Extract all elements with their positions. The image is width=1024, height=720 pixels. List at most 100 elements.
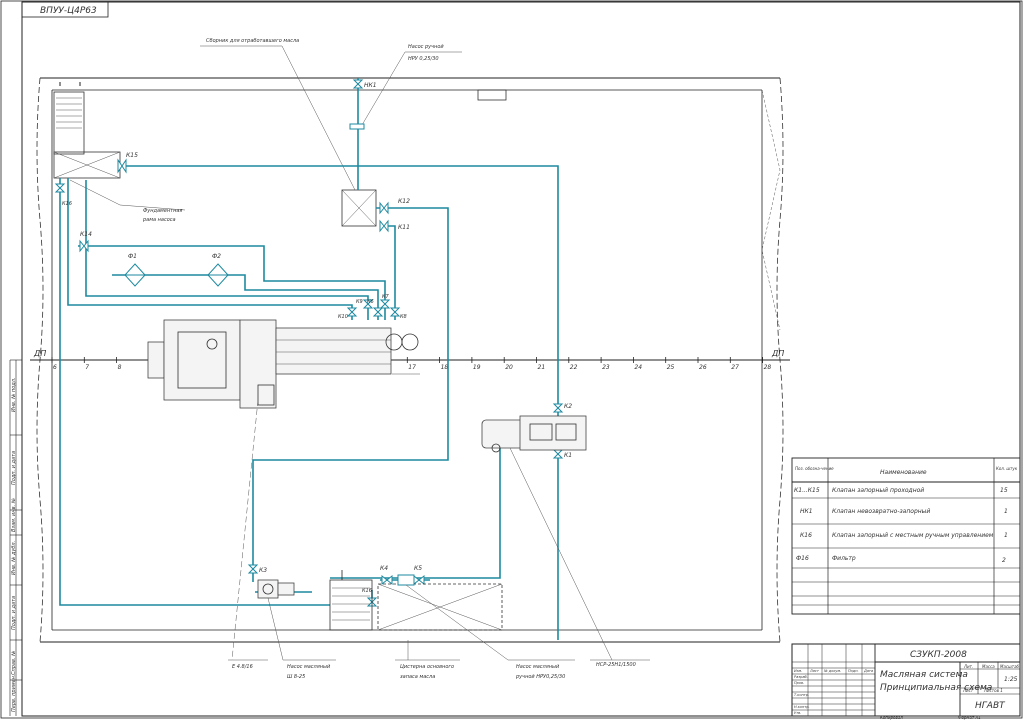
hand-pump-bottom-callout-1: Насос масляный [516, 664, 560, 670]
title-sheet: Лист [962, 688, 974, 693]
title-col-mass: Масса [982, 664, 995, 669]
filter-f1-label: Ф1 [128, 253, 137, 260]
oil-storage-tank [377, 583, 503, 631]
oil-collector-box [341, 189, 377, 227]
frame-number-label: 27 [731, 364, 739, 371]
valve-k16: К16 [54, 183, 72, 207]
valve-k11-label: К11 [398, 224, 410, 231]
hand-pump-top-callout-2: НРУ 0,25/30 [408, 56, 439, 62]
separator-unit [481, 415, 587, 453]
valve-k15-label: К15 [126, 152, 138, 159]
valve-k4-label: К4 [380, 565, 388, 572]
valve-k10: К10 [338, 307, 358, 320]
tank-callout-1: Цистерна основного [400, 664, 454, 670]
frame-number-label: 26 [699, 364, 707, 371]
title-scale: 1:25 [1004, 676, 1018, 683]
spec-row-2-name: Клапан запорный с местным ручным управле… [832, 532, 994, 539]
title-left-col-3: Подп. [848, 669, 859, 673]
title-line-1: Масляная система [880, 670, 968, 680]
valve-k5: К5 [413, 565, 425, 586]
valve-k7: К7 [379, 294, 391, 309]
valve-k12-label: К12 [398, 198, 410, 205]
oil-pump-callout-2: Ш 8-25 [287, 674, 305, 680]
main-engine [147, 319, 420, 409]
valve-k8-label: К8 [400, 314, 407, 320]
side-stamp-2: Взам. инв. № [11, 498, 17, 532]
frame-number-label: 6 [53, 364, 57, 371]
spec-header-name: Наименование [880, 469, 927, 476]
frame-number-label: 28 [764, 364, 772, 371]
frame-number-label: 7 [85, 364, 89, 371]
spec-row-1-qty: 1 [1004, 508, 1008, 515]
side-stamp-6: Перв. примен. [11, 674, 17, 712]
frame-number-label: 20 [505, 364, 513, 371]
spec-row-0-name: Клапан запорный проходной [832, 487, 924, 494]
hand-pump-bottom [397, 574, 415, 586]
frame-number-label: 19 [473, 364, 481, 371]
valve-k16b-label: К16 [362, 588, 372, 594]
frame-number-label: 8 [118, 364, 122, 371]
valve-k15: К15 [117, 152, 138, 174]
title-line-2: Принципиальная схема [880, 683, 992, 693]
title-left-row-3: Н.контр. [794, 705, 810, 709]
bottom-format: Формат А1 [958, 715, 981, 720]
side-stamp-0: Инв. № подл. [11, 378, 17, 413]
valve-nk1-label: НК1 [364, 82, 377, 89]
valve-k16-bottom: К16 [362, 588, 378, 607]
spec-row-1-name: Клапан невозвратно-запорный [832, 508, 930, 515]
title-left-row-2: Т.контр. [794, 693, 809, 697]
title-left-row-1: Пров. [794, 681, 804, 685]
title-sheets: Листов 1 [983, 688, 1003, 693]
valve-k2-label: К2 [564, 403, 572, 410]
left-side-stamps: Инв. № подл. Подп. и дата Взам. инв. № И… [9, 359, 22, 716]
drain-tank-top [53, 91, 121, 179]
frame-number-label: 22 [570, 364, 578, 371]
specification-table: Поз. обозна-чение Наименование Кол. штук… [791, 457, 1021, 615]
title-left-col-2: № докум. [823, 669, 841, 673]
collector-callout-1: Сборник для отработавшего масла [206, 38, 299, 44]
filter-f2-label: Ф2 [212, 253, 221, 260]
valve-k2: К2 [552, 403, 572, 413]
dp-left-label: ДП [33, 349, 46, 358]
side-stamp-3: Инв. № дубл. [11, 541, 17, 575]
valve-k16-label: К16 [62, 201, 72, 207]
title-col-scale: Масштаб [1000, 664, 1020, 669]
frame-callout-2: рама насоса [142, 217, 176, 223]
title-org: НГАВТ [975, 701, 1006, 711]
centre-line: ДП ДП [30, 349, 790, 361]
valve-k1: К1 [552, 449, 572, 459]
title-block: СЗУКП-2008 Масляная система Принципиальн… [791, 643, 1021, 720]
spec-row-1-pos: НК1 [800, 508, 813, 515]
spec-row-2-qty: 1 [1004, 532, 1008, 539]
frame-number-label: 23 [602, 364, 610, 371]
title-col-lit: Лит. [963, 664, 973, 669]
separator-callout: НСР-25Н1/1500 [596, 662, 636, 668]
valve-k4: К4 [380, 565, 393, 586]
side-stamp-1: Подп. и дата [11, 451, 17, 485]
hand-pump-bottom-callout-2: ручной НРУ0,25/30 [515, 674, 565, 680]
spec-header-pos: Поз. обозна-чение [795, 466, 834, 471]
valve-k6-label: К6 [367, 299, 374, 305]
valve-k3-label: К3 [259, 567, 267, 574]
frame-callout-1: Фундаментная [143, 208, 182, 214]
frame-number-label: 25 [667, 364, 675, 371]
title-left-col-1: Лист [809, 669, 820, 673]
spec-row-3-pos: Ф16 [796, 555, 809, 562]
title-left-col-4: Дата [863, 669, 873, 673]
bottom-copied: Копировал [880, 715, 903, 720]
valve-k7-label: К7 [382, 294, 390, 300]
title-left-row-0: Разраб. [794, 675, 808, 679]
dp-right-label: ДП [771, 349, 784, 358]
oil-pump-bottom [257, 579, 295, 599]
spec-row-0-pos: К1...К15 [794, 487, 820, 494]
title-code: СЗУКП-2008 [910, 650, 967, 660]
valve-k10-label: К10 [338, 314, 348, 320]
side-stamp-4: Подп. и дата [11, 596, 17, 630]
drain-tank-bottom [329, 570, 373, 631]
spec-header-qty: Кол. штук [996, 466, 1018, 471]
valve-nk1: НК1 [349, 79, 377, 130]
valve-k9-label: К9 [356, 299, 363, 305]
valve-k5-label: К5 [414, 565, 422, 572]
tank-callout-2: запаса масла [400, 674, 435, 680]
engineering-drawing-sheet: ВПУУ-Ц4Р63 Инв. № подл. Подп. и дата Вза… [0, 0, 1023, 720]
